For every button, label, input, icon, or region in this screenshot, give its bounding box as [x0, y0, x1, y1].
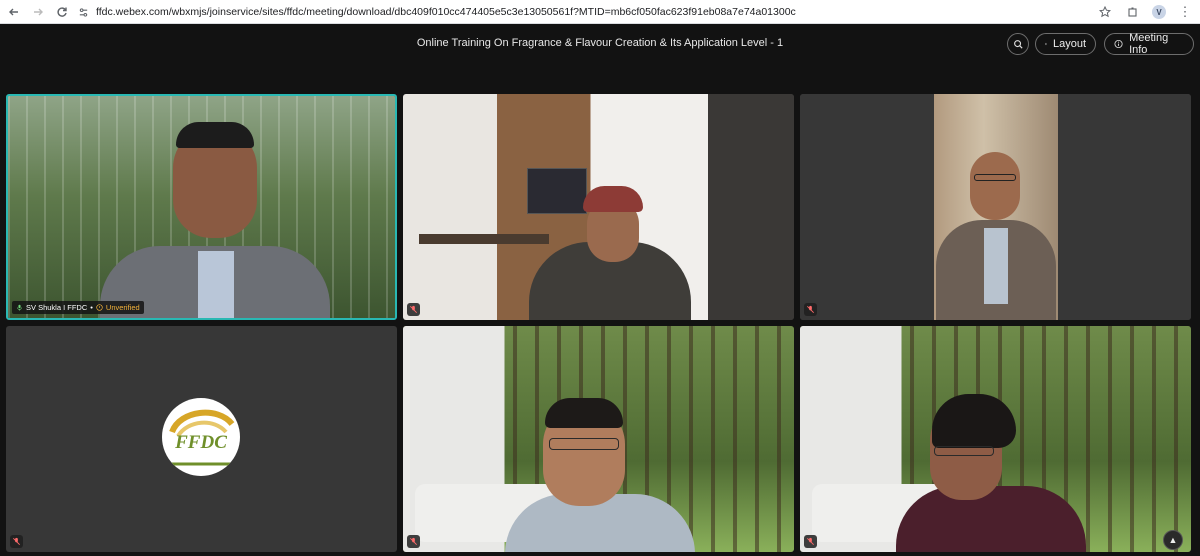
participant-name-tag: SV Shukla I FFDC • Unverified [12, 301, 144, 314]
participant-head [970, 152, 1020, 220]
participant-glasses [934, 446, 994, 456]
address-bar[interactable]: ffdc.webex.com/wbxmjs/joinservice/sites/… [74, 2, 1114, 22]
microphone-muted-icon [807, 537, 814, 545]
unverified-status: Unverified [105, 303, 140, 312]
profile-avatar[interactable]: V [1152, 5, 1166, 19]
muted-indicator [10, 535, 23, 548]
participant-hair [545, 398, 623, 428]
meeting-info-label: Meeting Info [1129, 32, 1169, 56]
layout-label: Layout [1052, 38, 1086, 50]
layout-button[interactable]: Layout [1035, 33, 1096, 55]
video-tile-6[interactable]: ▲ [800, 326, 1191, 552]
layout-grid-icon [1045, 43, 1047, 45]
participant-hair [932, 394, 1016, 448]
muted-indicator [407, 303, 420, 316]
search-icon [1013, 39, 1023, 49]
warning-circle-icon [96, 304, 103, 311]
info-icon [1114, 39, 1123, 49]
video-tile-2[interactable] [403, 94, 794, 320]
participant-body [896, 486, 1086, 552]
participant-hair [176, 122, 254, 148]
participant-glasses [549, 438, 619, 450]
ffdc-logo: FFDC [162, 398, 240, 476]
microphone-muted-icon [807, 305, 814, 313]
video-tile-5[interactable] [403, 326, 794, 552]
search-button[interactable] [1007, 33, 1029, 55]
video-tile-1[interactable]: SV Shukla I FFDC • Unverified [6, 94, 397, 320]
menu-kebab-icon[interactable]: ⋮ [1176, 3, 1194, 21]
site-settings-icon[interactable] [74, 3, 92, 21]
bookmark-star-icon[interactable] [1096, 3, 1114, 21]
participant-cap [583, 186, 643, 212]
forward-icon[interactable] [26, 0, 50, 24]
meeting-info-button[interactable]: Meeting Info [1104, 32, 1194, 56]
participant-shirt [198, 251, 234, 318]
muted-indicator [804, 303, 817, 316]
url-text: ffdc.webex.com/wbxmjs/joinservice/sites/… [96, 6, 796, 18]
chevron-up-icon[interactable]: ▲ [1163, 530, 1183, 550]
back-icon[interactable] [2, 0, 26, 24]
browser-toolbar: ffdc.webex.com/wbxmjs/joinservice/sites/… [0, 0, 1200, 24]
office-table [419, 234, 549, 244]
participant-shirt [984, 228, 1008, 304]
microphone-muted-icon [13, 537, 20, 545]
meeting-header: Online Training On Fragrance & Flavour C… [0, 25, 1200, 65]
ffdc-logo-text: FFDC [175, 432, 227, 453]
participant-glasses [974, 174, 1016, 181]
participant-name: SV Shukla I FFDC [26, 303, 88, 312]
screen-decor [527, 168, 587, 214]
microphone-muted-icon [410, 537, 417, 545]
muted-indicator [804, 535, 817, 548]
video-tile-4[interactable]: FFDC [6, 326, 397, 552]
video-tile-3[interactable] [800, 94, 1191, 320]
reload-icon[interactable] [50, 0, 74, 24]
extensions-icon[interactable] [1124, 3, 1142, 21]
microphone-icon [17, 304, 22, 311]
microphone-muted-icon [410, 305, 417, 313]
muted-indicator [407, 535, 420, 548]
